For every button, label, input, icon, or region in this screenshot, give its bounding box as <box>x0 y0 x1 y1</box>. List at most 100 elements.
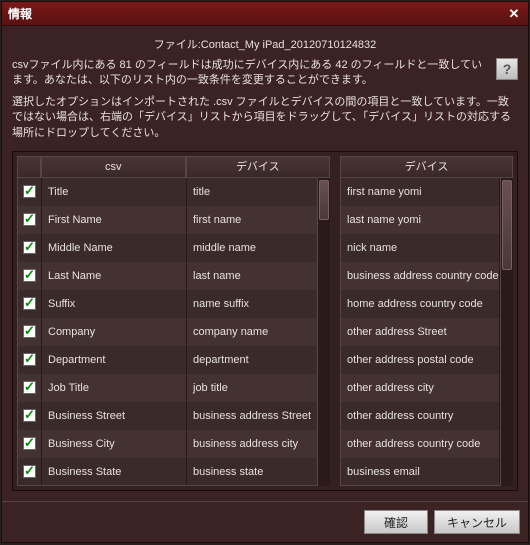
row-checkbox-cell[interactable] <box>18 402 42 430</box>
checkbox-icon[interactable] <box>23 381 36 394</box>
row-checkbox-cell[interactable] <box>18 234 42 262</box>
csv-field-cell: Title <box>42 178 187 206</box>
table-row[interactable]: Middle Namemiddle name <box>18 234 317 262</box>
csv-field-cell: Department <box>42 346 187 374</box>
header-device-right[interactable]: デバイス <box>340 156 513 178</box>
cancel-button[interactable]: キャンセル <box>434 510 520 534</box>
device-field-cell[interactable]: last name <box>187 262 317 290</box>
right-scrollbar[interactable] <box>501 178 513 486</box>
content-area: ファイル:Contact_My iPad_20120710124832 csvフ… <box>2 26 528 501</box>
row-checkbox-cell[interactable] <box>18 178 42 206</box>
csv-field-cell: Business State <box>42 458 187 486</box>
row-checkbox-cell[interactable] <box>18 430 42 458</box>
device-field-label: other address Street <box>341 318 500 346</box>
row-checkbox-cell[interactable] <box>18 458 42 486</box>
close-icon[interactable]: ✕ <box>506 6 522 22</box>
checkbox-icon[interactable] <box>23 241 36 254</box>
checkbox-icon[interactable] <box>23 325 36 338</box>
right-scrollbar-thumb[interactable] <box>502 180 512 270</box>
device-field-cell[interactable]: first name <box>187 206 317 234</box>
device-field-cell[interactable]: middle name <box>187 234 317 262</box>
csv-field-cell: Company <box>42 318 187 346</box>
list-item[interactable]: nick name <box>341 234 500 262</box>
right-table: デバイス first name yomilast name yominick n… <box>340 156 513 486</box>
device-field-cell[interactable]: business address Street <box>187 402 317 430</box>
row-checkbox-cell[interactable] <box>18 206 42 234</box>
csv-field-cell: First Name <box>42 206 187 234</box>
device-field-label: home address country code <box>341 290 500 318</box>
list-item[interactable]: business email <box>341 458 500 486</box>
checkbox-icon[interactable] <box>23 213 36 226</box>
help-button[interactable]: ? <box>496 58 518 80</box>
device-field-cell[interactable]: business address city <box>187 430 317 458</box>
table-row[interactable]: Departmentdepartment <box>18 346 317 374</box>
checkbox-icon[interactable] <box>23 185 36 198</box>
device-field-label: other address country <box>341 402 500 430</box>
match-info-text: csvファイル内にある 81 のフィールドは成功にデバイス内にある 42 のフィ… <box>12 58 492 89</box>
list-item[interactable]: first name yomi <box>341 178 500 206</box>
right-table-body: first name yomilast name yominick namebu… <box>340 178 501 486</box>
dialog-window: 情報 ✕ ファイル:Contact_My iPad_20120710124832… <box>1 1 529 543</box>
list-item[interactable]: last name yomi <box>341 206 500 234</box>
csv-field-cell: Suffix <box>42 290 187 318</box>
checkbox-icon[interactable] <box>23 465 36 478</box>
left-table: csv デバイス TitletitleFirst Namefirst nameM… <box>17 156 330 486</box>
row-checkbox-cell[interactable] <box>18 318 42 346</box>
list-item[interactable]: business address country code <box>341 262 500 290</box>
table-row[interactable]: Business Citybusiness address city <box>18 430 317 458</box>
device-field-cell[interactable]: title <box>187 178 317 206</box>
table-row[interactable]: Titletitle <box>18 178 317 206</box>
device-field-cell[interactable]: company name <box>187 318 317 346</box>
device-field-label: nick name <box>341 234 500 262</box>
device-field-cell[interactable]: name suffix <box>187 290 317 318</box>
device-field-cell[interactable]: department <box>187 346 317 374</box>
table-row[interactable]: Suffixname suffix <box>18 290 317 318</box>
table-row[interactable]: Business Streetbusiness address Street <box>18 402 317 430</box>
header-device[interactable]: デバイス <box>186 156 331 178</box>
device-field-label: other address postal code <box>341 346 500 374</box>
device-field-label: last name yomi <box>341 206 500 234</box>
list-item[interactable]: other address Street <box>341 318 500 346</box>
list-item[interactable]: other address postal code <box>341 346 500 374</box>
header-csv[interactable]: csv <box>41 156 186 178</box>
csv-field-cell: Business Street <box>42 402 187 430</box>
file-line: ファイル:Contact_My iPad_20120710124832 <box>12 36 518 52</box>
list-item[interactable]: home address country code <box>341 290 500 318</box>
table-row[interactable]: Last Namelast name <box>18 262 317 290</box>
checkbox-icon[interactable] <box>23 269 36 282</box>
csv-field-cell: Middle Name <box>42 234 187 262</box>
titlebar: 情報 ✕ <box>2 2 528 26</box>
list-item[interactable]: other address country <box>341 402 500 430</box>
row-checkbox-cell[interactable] <box>18 374 42 402</box>
checkbox-icon[interactable] <box>23 353 36 366</box>
table-row[interactable]: Business Statebusiness state <box>18 458 317 486</box>
table-row[interactable]: Job Titlejob title <box>18 374 317 402</box>
left-scrollbar-thumb[interactable] <box>319 180 329 220</box>
header-checkbox-col[interactable] <box>17 156 41 178</box>
csv-field-cell: Last Name <box>42 262 187 290</box>
device-field-label: business email <box>341 458 500 486</box>
row-checkbox-cell[interactable] <box>18 262 42 290</box>
csv-field-cell: Business City <box>42 430 187 458</box>
checkbox-icon[interactable] <box>23 297 36 310</box>
row-checkbox-cell[interactable] <box>18 346 42 374</box>
device-field-label: other address city <box>341 374 500 402</box>
option-info-text: 選択したオプションはインポートされた .csv ファイルとデバイスの間の項目と一… <box>12 95 518 141</box>
row-checkbox-cell[interactable] <box>18 290 42 318</box>
checkbox-icon[interactable] <box>23 437 36 450</box>
device-field-cell[interactable]: job title <box>187 374 317 402</box>
checkbox-icon[interactable] <box>23 409 36 422</box>
list-item[interactable]: other address country code <box>341 430 500 458</box>
left-table-body: TitletitleFirst Namefirst nameMiddle Nam… <box>17 178 318 486</box>
left-scrollbar[interactable] <box>318 178 330 486</box>
device-field-cell[interactable]: business state <box>187 458 317 486</box>
file-info: ファイル:Contact_My iPad_20120710124832 <box>12 36 518 54</box>
dialog-footer: 確認 キャンセル <box>2 501 528 542</box>
table-row[interactable]: Companycompany name <box>18 318 317 346</box>
ok-button[interactable]: 確認 <box>364 510 428 534</box>
device-field-label: business address country code <box>341 262 500 290</box>
table-row[interactable]: First Namefirst name <box>18 206 317 234</box>
window-title: 情報 <box>8 5 32 22</box>
list-item[interactable]: other address city <box>341 374 500 402</box>
device-field-label: other address country code <box>341 430 500 458</box>
